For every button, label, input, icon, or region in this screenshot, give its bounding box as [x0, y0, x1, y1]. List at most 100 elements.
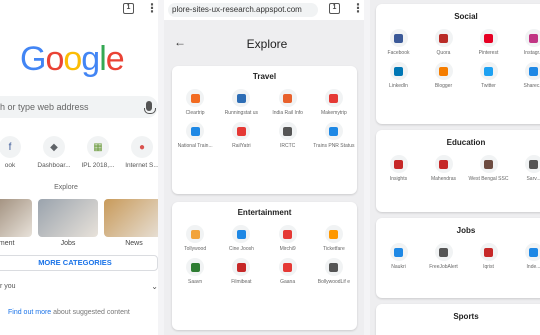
- site-icon: [434, 29, 453, 47]
- chevron-down-icon[interactable]: ⌄: [151, 282, 158, 291]
- explore-header: ← Explore: [164, 20, 370, 64]
- app-grid: Naukri FreeJobAlert Iqrist Inde...: [376, 243, 540, 270]
- site-shortcut[interactable]: Iqrist: [466, 243, 511, 270]
- site-shortcut[interactable]: Pinterest: [466, 29, 511, 56]
- shortcut-tile[interactable]: ▦ IPL 2018,...: [76, 136, 120, 169]
- section-title: Travel: [252, 72, 277, 81]
- site-shortcut[interactable]: Facebook: [376, 29, 421, 56]
- jobs-card: Jobs Naukri FreeJobAlert Iqrist Inde...: [376, 218, 540, 298]
- search-placeholder: h or type web address: [0, 102, 89, 112]
- site-icon: [479, 243, 498, 261]
- site-shortcut[interactable]: IRCTC: [265, 122, 311, 149]
- section-title: Entertainment: [237, 208, 292, 217]
- site-shortcut[interactable]: Instagr...: [511, 29, 540, 56]
- site-shortcut[interactable]: Filmibeat: [218, 258, 264, 285]
- site-shortcut[interactable]: Sarv...: [511, 155, 540, 182]
- explore-tile[interactable]: News: [104, 199, 164, 247]
- site-shortcut[interactable]: Insights: [376, 155, 421, 182]
- site-label: Saavn: [188, 279, 203, 285]
- tile-image: [0, 199, 32, 237]
- site-shortcut[interactable]: Runningstat us: [218, 89, 264, 116]
- site-label: Sharec...: [523, 83, 540, 89]
- explore-tile[interactable]: ainment: [0, 199, 32, 247]
- site-icon: [389, 29, 408, 47]
- tile-image: [104, 199, 164, 237]
- site-icon: [278, 89, 297, 107]
- overflow-menu-icon[interactable]: ⋮: [352, 2, 364, 14]
- site-shortcut[interactable]: Mahendras: [421, 155, 466, 182]
- education-card: Education Insights Mahendras West Bengal S…: [376, 130, 540, 212]
- shortcut-label: ook: [4, 162, 16, 169]
- for-you-header[interactable]: r you ⌄: [0, 282, 158, 291]
- url-field[interactable]: plore-sites-ux-research.appspot.com: [168, 3, 318, 17]
- site-shortcut[interactable]: Gaana: [265, 258, 311, 285]
- site-label: Cleartrip: [185, 110, 205, 116]
- site-label: Pinterest: [478, 50, 499, 56]
- sports-card: Sports: [376, 304, 540, 335]
- site-icon: [186, 225, 205, 243]
- site-icon: [389, 243, 408, 261]
- site-shortcut[interactable]: BollywoodLif e: [311, 258, 357, 285]
- site-shortcut[interactable]: Trains PNR Status: [311, 122, 357, 149]
- explore-scrolled-panel: Social Facebook Quora Pinterest Instagr... L…: [370, 0, 540, 335]
- site-shortcut[interactable]: Mirchi9: [265, 225, 311, 252]
- site-icon: [232, 225, 251, 243]
- site-shortcut[interactable]: Sharec...: [511, 62, 540, 89]
- section-title: Jobs: [456, 226, 476, 235]
- site-shortcut[interactable]: RailYatri: [218, 122, 264, 149]
- site-icon: [434, 155, 453, 173]
- explore-tile[interactable]: Jobs: [38, 199, 98, 247]
- site-label: Inde...: [526, 264, 540, 270]
- mic-icon[interactable]: [144, 101, 156, 114]
- site-label: India Rail Info: [272, 110, 303, 116]
- site-label: Blogger: [434, 83, 453, 89]
- site-icon: [524, 155, 540, 173]
- site-shortcut[interactable]: Twitter: [466, 62, 511, 89]
- site-shortcut[interactable]: Tollywood: [172, 225, 218, 252]
- tile-label: Jobs: [60, 240, 76, 247]
- site-shortcut[interactable]: Naukri: [376, 243, 421, 270]
- site-label: Iqrist: [483, 264, 494, 270]
- site-label: Filmibeat: [231, 279, 252, 285]
- app-grid: Insights Mahendras West Bengal SSC Sarv...: [376, 155, 540, 182]
- tab-switcher-button[interactable]: 1: [329, 3, 340, 14]
- site-label: National Train...: [177, 143, 213, 149]
- site-label: Trains PNR Status: [313, 143, 355, 149]
- site-shortcut[interactable]: Makemytrip: [311, 89, 357, 116]
- tile-label: News: [125, 240, 143, 247]
- logo-letter: g: [81, 40, 100, 78]
- logo-letter: o: [63, 40, 82, 78]
- site-shortcut[interactable]: West Bengal SSC: [466, 155, 511, 182]
- site-shortcut[interactable]: Quora: [421, 29, 466, 56]
- site-label: Mirchi9: [279, 246, 296, 252]
- site-shortcut[interactable]: Blogger: [421, 62, 466, 89]
- site-label: Runningstat us: [224, 110, 259, 116]
- site-shortcut[interactable]: Saavn: [172, 258, 218, 285]
- logo-letter: o: [45, 40, 64, 78]
- search-input[interactable]: h or type web address: [0, 96, 158, 118]
- site-shortcut[interactable]: LinkedIn: [376, 62, 421, 89]
- shortcut-label: Dashboar...: [37, 162, 71, 169]
- site-label: Gaana: [280, 279, 296, 285]
- site-shortcut[interactable]: Cleartrip: [172, 89, 218, 116]
- explore-tiles: ainment Jobs News: [0, 199, 164, 247]
- app-grid: Cleartrip Runningstat us India Rail Info Ma…: [172, 89, 357, 149]
- site-label: Twitter: [481, 83, 496, 89]
- suggested-content-note: Find out more about suggested content: [8, 309, 130, 316]
- site-label: Ticketfare: [322, 246, 345, 252]
- overflow-menu-icon[interactable]: ⋮: [146, 2, 158, 14]
- shortcut-tile[interactable]: f ook: [0, 136, 32, 169]
- site-label: West Bengal SSC: [468, 176, 509, 182]
- site-shortcut[interactable]: Ticketfare: [311, 225, 357, 252]
- more-categories-button[interactable]: MORE CATEGORIES: [0, 255, 158, 271]
- site-shortcut[interactable]: India Rail Info: [265, 89, 311, 116]
- explore-label: Explore: [54, 184, 78, 191]
- site-shortcut[interactable]: Cine Joosh: [218, 225, 264, 252]
- site-shortcut[interactable]: Inde...: [511, 243, 540, 270]
- site-shortcut[interactable]: FreeJobAlert: [421, 243, 466, 270]
- site-shortcut[interactable]: National Train...: [172, 122, 218, 149]
- shortcut-tile[interactable]: ◆ Dashboar...: [32, 136, 76, 169]
- site-icon: [186, 122, 205, 140]
- tab-switcher-button[interactable]: 1: [123, 3, 134, 14]
- find-out-more-link[interactable]: Find out more: [8, 309, 51, 316]
